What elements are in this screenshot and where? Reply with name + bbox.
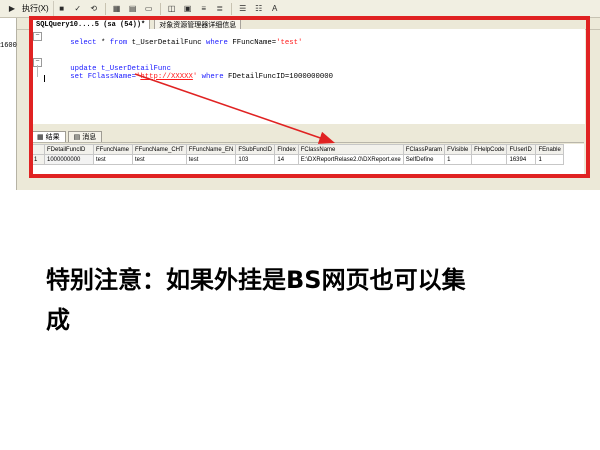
column-header[interactable]: FVisible	[444, 144, 473, 155]
results-tabs: ▦ 结果 ▤ 消息	[31, 130, 584, 143]
stop-icon[interactable]: ■	[56, 3, 68, 15]
keyword-select: select	[70, 39, 97, 47]
tab-sql-query-label: SQLQuery10....5 (sa (54))*	[36, 20, 146, 29]
where-condition: FDetailFuncID=1000000000	[223, 73, 334, 81]
where-field: FFuncName=	[227, 39, 277, 47]
row-header-corner	[31, 144, 45, 155]
keyword-set: set	[70, 73, 84, 81]
fold-guide	[37, 65, 38, 77]
column-header[interactable]: FFuncName	[93, 144, 133, 155]
toolbar: ▶ 执行(X) ■ ✓ ⟲ ▦ ▤ ▭ ◫ ▣ ≡ ≣ ☰ ☷ A	[0, 0, 600, 18]
cell-fclassname[interactable]: E:\DXReportRelase2.0\DXReport.exe	[297, 154, 404, 165]
cell-fdetailfuncid[interactable]: 1000000000	[44, 154, 94, 165]
column-header[interactable]: FFuncName_EN	[185, 144, 237, 155]
text-icon[interactable]: ▤	[127, 3, 139, 15]
url-literal[interactable]: http://XXXXX	[140, 73, 193, 81]
column-header[interactable]: FHelpCode	[471, 144, 508, 155]
string-literal: 'test'	[276, 39, 303, 47]
tab-messages[interactable]: ▤ 消息	[67, 131, 103, 142]
table-name: t_UserDetailFunc	[127, 39, 207, 47]
column-header[interactable]: FSubFuncID	[235, 144, 276, 155]
select-star: *	[96, 39, 110, 47]
estimated-plan-icon[interactable]: ◫	[166, 3, 178, 15]
collapse-icon[interactable]: −	[33, 32, 42, 41]
cell-fuserid[interactable]: 16394	[506, 154, 537, 165]
ssms-window: ▶ 执行(X) ■ ✓ ⟲ ▦ ▤ ▭ ◫ ▣ ≡ ≣ ☰ ☷ A 1600 S…	[0, 0, 600, 190]
editor-line-select: select * from t_UserDetailFunc where FFu…	[44, 31, 302, 55]
cell-ffuncname-cht[interactable]: test	[132, 154, 187, 165]
messages-icon: ▤	[73, 134, 81, 141]
column-header[interactable]: FDetailFuncID	[44, 144, 94, 155]
keyword-from: from	[109, 39, 128, 47]
cell-fsubfuncid[interactable]: 103	[235, 154, 276, 165]
tab-messages-label: 消息	[82, 134, 97, 141]
object-explorer-edge: 1600	[0, 18, 17, 190]
file-icon[interactable]: ▭	[143, 3, 155, 15]
results-grid-icon: ▦	[37, 134, 44, 141]
row-number: 1	[31, 154, 45, 165]
note-text: 特别注意：如果外挂是BS网页也可以集 成	[46, 260, 546, 340]
tab-sql-query[interactable]: SQLQuery10....5 (sa (54))*	[31, 19, 151, 29]
cell-fhelpcode[interactable]	[471, 154, 508, 165]
cell-fenable[interactable]: 1	[535, 154, 564, 165]
column-header[interactable]: FEnable	[535, 144, 564, 155]
outdent-icon[interactable]: ≣	[214, 3, 226, 15]
text-caret	[44, 75, 45, 82]
editor-line-set: set FClassName='http://XXXXX' where FDet…	[44, 65, 333, 89]
keyword-where: where	[206, 39, 228, 47]
table-row[interactable]: 1 1000000000 test test test 103 14 E:\DX…	[31, 154, 564, 165]
column-header[interactable]: FIndex	[274, 144, 299, 155]
check-icon[interactable]: ✓	[72, 3, 84, 15]
cell-ffuncname-en[interactable]: test	[185, 154, 237, 165]
note-line-1: 特别注意：如果外挂是BS网页也可以集	[46, 266, 466, 294]
header-row: FDetailFuncID FFuncName FFuncName_CHT FF…	[31, 144, 564, 155]
column-header[interactable]: FFuncName_CHT	[132, 144, 187, 155]
cell-fvisible[interactable]: 1	[444, 154, 473, 165]
left-strip-value: 1600	[0, 42, 17, 50]
tab-object-explorer-details[interactable]: 对象资源管理器详细信息	[154, 19, 242, 29]
column-header[interactable]: FClassParam	[402, 144, 446, 155]
uncomment-icon[interactable]: ☷	[253, 3, 265, 15]
set-field: FClassName=	[83, 73, 136, 81]
column-header[interactable]: FUserID	[506, 144, 537, 155]
results-table: FDetailFuncID FFuncName FFuncName_CHT FF…	[31, 144, 564, 165]
cell-fclassparam[interactable]: SelfDefine	[402, 154, 446, 165]
tab-results[interactable]: ▦ 结果	[31, 131, 66, 142]
cell-ffuncname[interactable]: test	[93, 154, 133, 165]
toolbar-separator	[159, 2, 161, 15]
query-options-icon[interactable]: ▣	[182, 3, 194, 15]
toolbar-separator	[104, 2, 106, 15]
comment-icon[interactable]: ☰	[237, 3, 249, 15]
note-line-2: 成	[46, 306, 70, 334]
font-icon[interactable]: A	[269, 3, 281, 15]
cell-findex[interactable]: 14	[274, 154, 299, 165]
tab-results-label: 结果	[45, 134, 60, 141]
execute-button[interactable]: ▶ 执行(X)	[0, 1, 54, 16]
toolbar-separator	[230, 2, 232, 15]
sql-editor[interactable]: − select * from t_UserDetailFunc where F…	[31, 29, 585, 124]
tab-object-explorer-details-label: 对象资源管理器详细信息	[159, 21, 237, 29]
play-icon: ▶	[8, 4, 16, 13]
column-header[interactable]: FClassName	[297, 144, 404, 155]
execute-label: 执行(X)	[22, 4, 49, 13]
keyword-where: where	[197, 73, 224, 81]
indent-icon[interactable]: ≡	[198, 3, 210, 15]
grid-icon[interactable]: ▦	[111, 3, 123, 15]
parse-icon[interactable]: ⟲	[88, 3, 100, 15]
results-grid[interactable]: FDetailFuncID FFuncName FFuncName_CHT FF…	[31, 144, 584, 178]
